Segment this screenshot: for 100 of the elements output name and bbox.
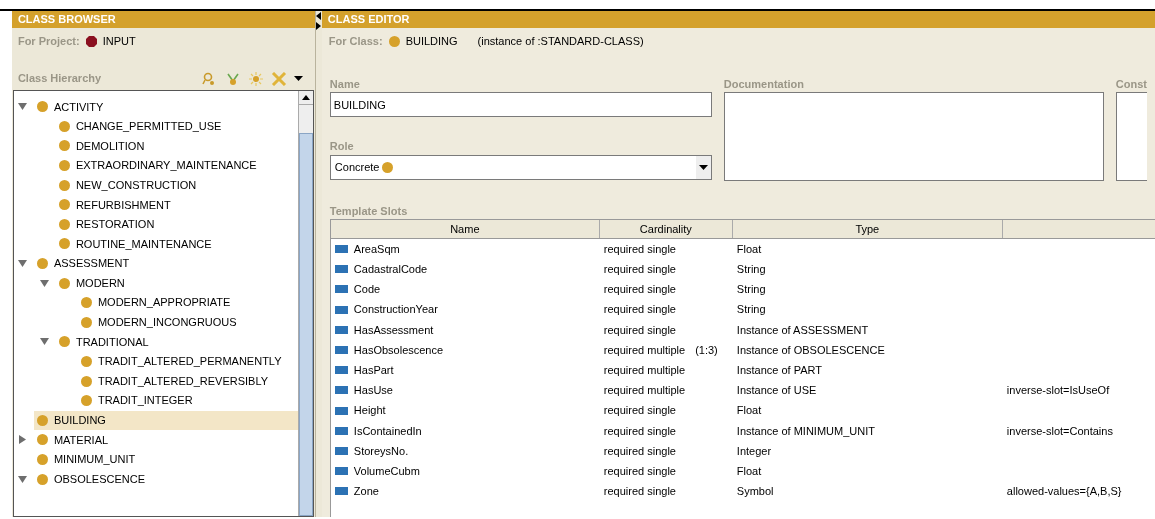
expanded-arrow-icon[interactable]	[17, 259, 27, 269]
hierarchy-label: Class Hierarchy	[17, 70, 103, 86]
expanded-arrow-icon[interactable]	[39, 337, 49, 347]
table-cell-text: required single	[603, 262, 676, 278]
class-icon	[58, 336, 70, 348]
tree-item[interactable]: OBSOLESCENCE	[33, 469, 153, 489]
name-label: Name	[329, 77, 361, 92]
constraints-field[interactable]	[1115, 92, 1147, 181]
table-cell-text: AreaSqm	[353, 241, 400, 257]
tree-item[interactable]: CHANGE_PERMITTED_USE	[55, 116, 230, 137]
column-header[interactable]: Name	[330, 220, 600, 238]
range-text: (1:3)	[695, 342, 718, 358]
class-icon	[36, 101, 48, 113]
table-cell-text: HasAssessment	[353, 322, 434, 338]
slot-icon	[334, 406, 348, 415]
table-cell: Symbol	[736, 485, 774, 498]
tree-item[interactable]: EXTRAORDINARY_MAINTENANCE	[55, 155, 265, 176]
slot-row[interactable]: ConstructionYear required single String	[330, 299, 1155, 320]
column-header[interactable]: Type	[732, 220, 1003, 238]
expanded-arrow-icon[interactable]	[17, 102, 27, 112]
tree-item[interactable]: TRADIT_ALTERED_PERMANENTLY	[77, 351, 290, 372]
table-cell-text: required single	[603, 403, 676, 419]
slot-icon	[334, 366, 348, 375]
table-cell-text: HasUse	[353, 383, 393, 399]
slot-row[interactable]: IsContainedIn required single Instance of MINIMUM_UNIT inverse-slot=Contains	[330, 420, 1155, 441]
tree-item[interactable]: TRADITIONAL	[55, 332, 157, 352]
class-icon	[58, 218, 70, 230]
class-icon	[36, 434, 48, 446]
class-icon	[382, 162, 394, 173]
tree-item[interactable]: MATERIAL	[33, 430, 117, 450]
expanded-arrow-icon[interactable]	[39, 278, 49, 288]
name-field[interactable]: BUILDING	[329, 92, 712, 117]
class-icon	[58, 277, 70, 289]
project-icon	[85, 35, 97, 47]
tree-item[interactable]: RESTORATION	[55, 214, 163, 235]
splitter-arrows-icon[interactable]	[315, 12, 321, 30]
slot-row[interactable]: Code required single String	[330, 279, 1155, 300]
table-cell-text: Zone	[353, 484, 379, 500]
slot-row[interactable]: VolumeCubm required single Float	[330, 461, 1155, 482]
dropdown-caret-icon[interactable]	[698, 165, 708, 170]
tree-item[interactable]: NEW_CONSTRUCTION	[55, 175, 205, 195]
slot-icon	[334, 467, 348, 476]
dropdown-caret-icon[interactable]	[293, 76, 303, 82]
collapsed-arrow-icon[interactable]	[17, 435, 27, 445]
table-cell-text: Height	[353, 403, 386, 419]
table-cell-text: IsContainedIn	[353, 423, 422, 439]
tree-item[interactable]: ROUTINE_MAINTENANCE	[55, 234, 220, 254]
class-icon	[80, 316, 92, 328]
table-cell: Float	[736, 242, 762, 255]
table-cell-text: required single	[603, 423, 676, 439]
slot-row[interactable]: HasPart required multiple Instance of PART	[330, 360, 1155, 381]
documentation-label: Documentation	[723, 77, 805, 92]
scroll-up-icon[interactable]	[301, 95, 310, 100]
table-cell: Float	[736, 404, 762, 417]
tree-item[interactable]: MODERN_INCONGRUOUS	[77, 312, 245, 333]
tree-item[interactable]: ACTIVITY	[33, 97, 112, 117]
column-header[interactable]: Cardinality	[599, 220, 733, 238]
tree-item[interactable]: TRADIT_INTEGER	[77, 390, 201, 411]
table-cell: Instance of MINIMUM_UNIT	[736, 424, 875, 437]
class-name: BUILDING	[405, 33, 458, 49]
tree-item[interactable]: REFURBISHMENT	[55, 194, 179, 215]
table-cell: allowed-values={A,B,S}	[1006, 485, 1122, 498]
table-cell: Integer	[736, 444, 772, 457]
slot-row[interactable]: AreaSqm required single Float	[330, 239, 1155, 260]
table-cell-text: StoreysNo.	[353, 443, 409, 459]
slot-icon	[334, 245, 348, 254]
project-label: For Project:	[17, 33, 80, 49]
class-icon	[58, 160, 70, 172]
constraints-label: Const	[1115, 77, 1147, 92]
slot-row[interactable]: Height required single Float	[330, 400, 1155, 421]
tree-item[interactable]: TRADIT_ALTERED_REVERSIBLY	[77, 371, 277, 391]
class-icon	[58, 199, 70, 211]
slot-row[interactable]: CadastralCode required single String	[330, 259, 1155, 280]
tree-item[interactable]: MODERN_APPROPRIATE	[77, 292, 239, 313]
slot-row[interactable]: HasUse required multiple Instance of USE inverse-slot=IsUseOf	[330, 380, 1155, 401]
slot-row[interactable]: HasAssessment required single Instance of ASSESSMENT	[330, 319, 1155, 340]
tree-item[interactable]: MODERN	[55, 273, 133, 293]
documentation-field[interactable]	[723, 92, 1104, 181]
scrollbar[interactable]	[297, 91, 313, 516]
tree-item[interactable]: BUILDING	[33, 410, 298, 431]
class-icon	[58, 238, 70, 250]
table-cell: Instance of OBSOLESCENCE	[736, 343, 885, 356]
role-dropdown[interactable]: Concrete	[329, 155, 712, 180]
expanded-arrow-icon[interactable]	[17, 474, 27, 484]
table-cell: Float	[736, 464, 762, 477]
tree-item[interactable]: MINIMUM_UNIT	[33, 449, 144, 470]
class-icon	[80, 395, 92, 407]
slot-row[interactable]: HasObsolescence required multiple (1:3) Instance of OBSOLESCENCE	[330, 339, 1155, 361]
slot-icon	[334, 386, 348, 395]
class-icon	[80, 375, 92, 387]
tree-item[interactable]: ASSESSMENT	[33, 253, 138, 274]
tree-item[interactable]: DEMOLITION	[55, 136, 153, 156]
table-cell-text: VolumeCubm	[353, 463, 420, 479]
table-cell: String	[736, 283, 766, 296]
table-cell-text: HasObsolescence	[353, 342, 444, 358]
panel-title: CLASS EDITOR	[321, 11, 1155, 28]
slot-row[interactable]: StoreysNo. required single Integer	[330, 440, 1155, 462]
table-cell-text: Code	[353, 282, 381, 298]
table-cell-text: required single	[603, 282, 676, 298]
slot-row[interactable]: Zone required single Symbol allowed-values={A,B,S}	[330, 481, 1155, 502]
